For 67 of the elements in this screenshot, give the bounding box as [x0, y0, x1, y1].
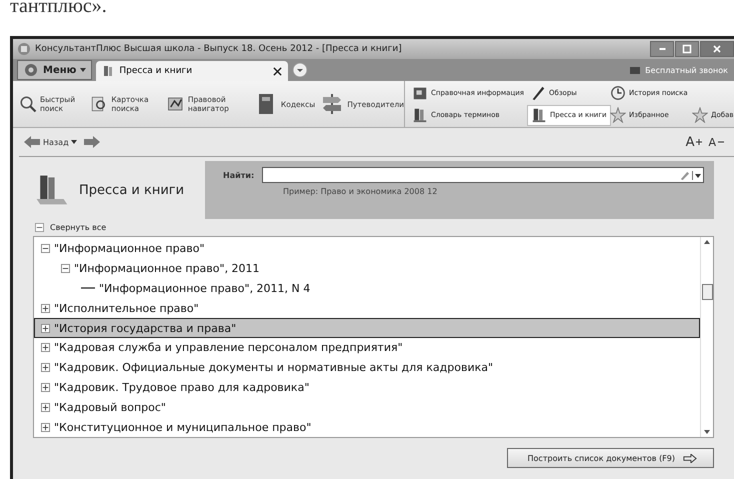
font-larger-button[interactable]: A	[686, 134, 702, 150]
back-button[interactable]: Назад	[23, 135, 77, 149]
expand-icon[interactable]	[41, 422, 50, 432]
info-icon	[412, 85, 428, 101]
collapse-icon[interactable]	[61, 264, 70, 274]
collapse-icon	[35, 223, 44, 232]
minimize-icon	[658, 48, 666, 50]
gear-icon	[23, 62, 39, 78]
forward-button[interactable]	[82, 135, 101, 149]
maximize-button[interactable]	[675, 41, 699, 57]
expand-icon[interactable]	[41, 304, 50, 313]
expand-icon[interactable]	[41, 363, 50, 372]
book-icon	[102, 65, 114, 77]
tree-item[interactable]: "Кадровик. Трудовое право для кадровика"	[34, 378, 700, 398]
section-title: Пресса и книги	[79, 182, 184, 198]
collapse-icon[interactable]	[41, 244, 50, 254]
dropdown-icon[interactable]	[292, 62, 308, 78]
caret-icon	[695, 174, 701, 178]
close-button[interactable]	[700, 41, 734, 57]
search-field[interactable]	[262, 167, 704, 183]
tree-item[interactable]: "Кадровый вопрос"	[34, 397, 700, 418]
down-arrow-icon[interactable]	[704, 430, 710, 434]
expand-icon[interactable]	[41, 324, 50, 333]
scrollbar[interactable]	[700, 237, 713, 437]
clock-icon	[610, 85, 626, 101]
expand-icon[interactable]	[41, 343, 50, 352]
tree-item[interactable]: "Информационное право"	[34, 239, 700, 259]
tree-item[interactable]: "Исполнительное право"	[34, 298, 700, 318]
collapse-all-button[interactable]: Свернуть все	[33, 219, 108, 236]
menu-button[interactable]: Меню	[17, 60, 92, 80]
maximize-icon	[682, 44, 692, 54]
plus-icon	[696, 139, 702, 145]
tree-item[interactable]: "История государства и права"	[34, 318, 700, 338]
scroll-thumb[interactable]	[702, 284, 712, 300]
expand-icon[interactable]	[41, 402, 50, 412]
font-smaller-button[interactable]: A	[708, 136, 724, 148]
tab-label: Пресса и книги	[119, 66, 192, 76]
pen-icon	[530, 85, 546, 101]
tree-item[interactable]: "Информационное право", 2011, N 4	[34, 278, 700, 298]
tree-item[interactable]: "Кадровик. Официальные документы и нормативные акты для кадровика"	[34, 358, 700, 378]
app-icon	[17, 42, 31, 56]
right-arrow-icon	[683, 454, 697, 462]
right-arrow-icon	[82, 135, 101, 149]
close-icon[interactable]	[273, 66, 282, 76]
tree-item[interactable]: "Конституционное и муниципальное право"	[34, 417, 700, 437]
build-list-button[interactable]: Построить список документов (F9)	[506, 448, 714, 468]
minimize-button[interactable]	[650, 41, 674, 57]
document-tab[interactable]: Пресса и книги	[96, 61, 288, 81]
star-icon	[610, 107, 626, 123]
expand-icon[interactable]	[41, 382, 50, 392]
search-label: Найти:	[223, 170, 254, 180]
tree-item[interactable]: "Кадровая служба и управление персоналом предприятия"	[34, 338, 700, 358]
tree-item[interactable]: "Информационное право", 2011	[34, 258, 700, 279]
caret-icon	[80, 68, 86, 72]
book-icon	[531, 107, 547, 123]
search-example: Пример: Право и экономика 2008 12	[282, 187, 438, 196]
caret-icon	[70, 140, 77, 144]
minus-icon	[718, 141, 724, 143]
dropdown-button[interactable]	[692, 170, 703, 180]
close-icon	[712, 44, 722, 54]
document-text: тантплюс».	[9, 0, 108, 19]
book-icon	[412, 107, 428, 123]
left-arrow-icon	[23, 135, 41, 149]
phone-icon	[629, 65, 642, 75]
star-icon	[692, 107, 708, 123]
up-arrow-icon[interactable]	[704, 240, 710, 244]
window-title: КонсультантПлюс Высшая школа - Выпуск 18. Осень 2012 - [Пресса и книги]	[35, 44, 402, 54]
